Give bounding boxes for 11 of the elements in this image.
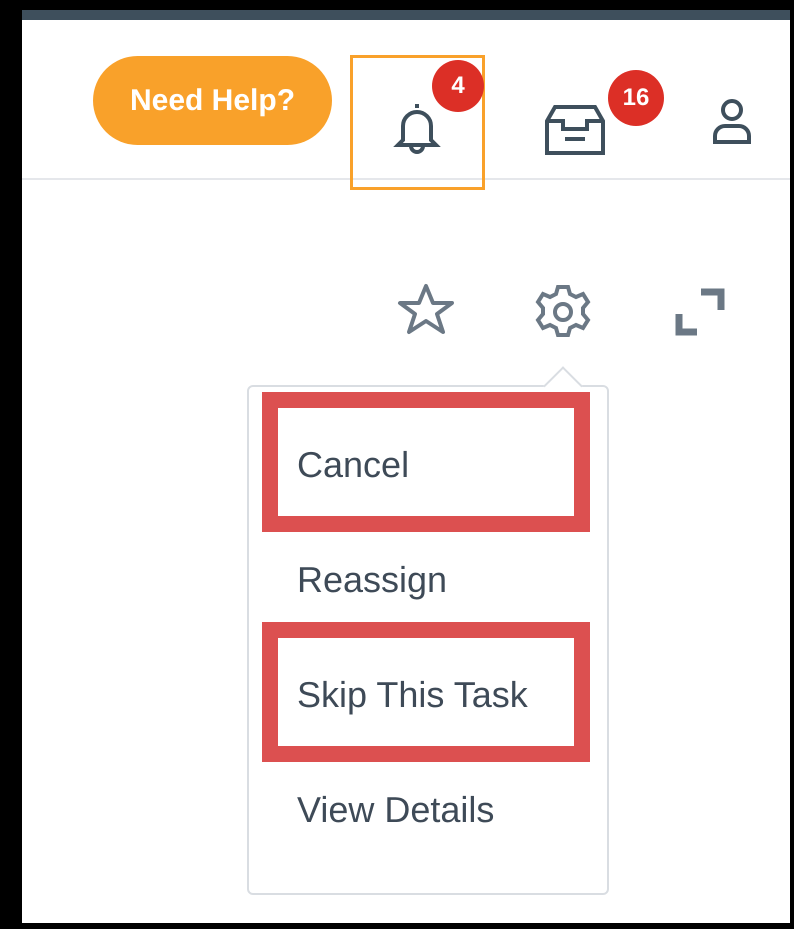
inbox-tray-icon	[545, 105, 605, 155]
user-icon[interactable]	[712, 98, 752, 144]
menu-item[interactable]: Reassign	[297, 552, 448, 606]
menu-item[interactable]: Cancel	[297, 438, 410, 492]
notifications-button[interactable]: 4	[350, 55, 485, 190]
expand-icon[interactable]	[675, 288, 725, 336]
menu-item[interactable]: Skip This Task	[297, 668, 528, 722]
star-icon[interactable]	[397, 283, 455, 335]
inbox-count-badge: 16	[608, 70, 664, 126]
menu-item[interactable]: View Details	[297, 782, 494, 836]
notification-count-badge: 4	[432, 60, 484, 112]
